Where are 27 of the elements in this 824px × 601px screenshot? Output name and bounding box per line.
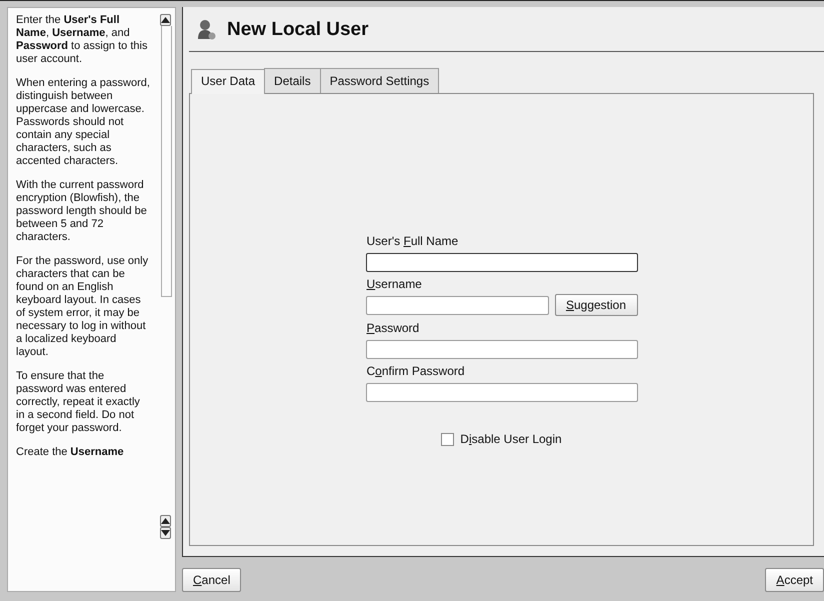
scroll-up-icon[interactable] [160,515,171,527]
cancel-button[interactable]: Cancel [182,568,242,592]
tab[interactable]: User Data [191,69,266,94]
input-field[interactable] [366,340,638,359]
help-paragraph: With the current password encryption (Blowfish), the password length should be between 5 and 72 characters. [16,179,148,244]
tab[interactable]: Details [264,68,321,93]
scroll-down-icon[interactable] [160,527,171,539]
field-label: User's Full Name [366,234,460,248]
help-paragraph: To ensure that the password was entered correctly, repeat it exactly in a second field. Do not forget your password. [16,370,141,435]
help-paragraph: For the password, use only characters that can be found on an English keyboard layout. In cases of system error, it may be necessary to log in without a localized keyboard layout. [16,255,150,359]
user-icon [197,19,217,41]
field-label: Confirm Password [366,364,466,378]
input-field[interactable] [366,296,548,315]
field-label: Username [366,277,423,291]
tab[interactable]: Password Settings [320,68,440,93]
field-label: Password [366,321,420,335]
input-field[interactable] [366,253,638,272]
help-paragraph: When entering a password, distinguish between uppercase and lowercase. Passwords should not contain any special characters, such as accented characters. [16,77,150,168]
checkbox-label: Disable User Login [460,432,562,446]
input-field[interactable] [366,383,638,402]
suggestion-button[interactable]: Suggestion [554,294,638,316]
help-paragraph: Enter the User's Full Name, Username, and Password to assign to this user account. [16,14,148,66]
scroll-up-icon[interactable] [160,14,171,26]
checkbox[interactable] [441,432,454,446]
help-paragraph: Create the Username [16,446,125,459]
dialog-title: New Local User [227,19,368,41]
accept-button[interactable]: Accept [765,568,824,592]
